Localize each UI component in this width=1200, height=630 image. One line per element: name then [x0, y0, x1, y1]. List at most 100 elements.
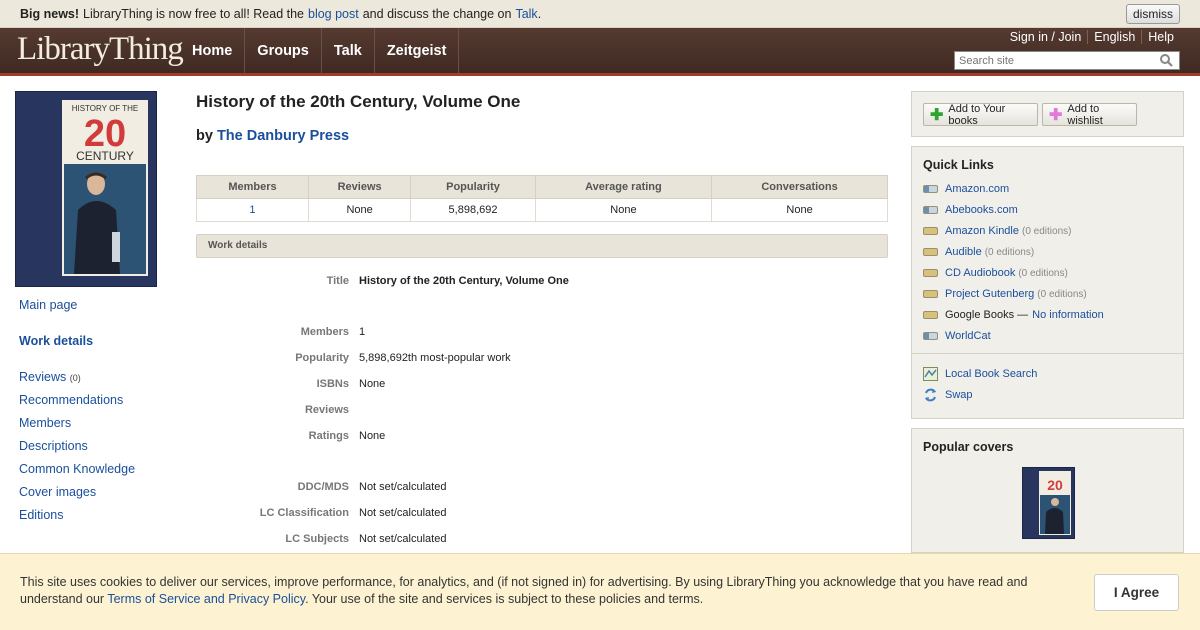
- language-link[interactable]: English: [1087, 30, 1141, 44]
- nav-cover-images[interactable]: Cover images: [19, 484, 179, 507]
- quick-link-kindle[interactable]: Amazon Kindle (0 editions): [923, 224, 1071, 238]
- stats-members-link[interactable]: 1: [249, 204, 255, 216]
- local-search-label[interactable]: Local Book Search: [945, 368, 1037, 380]
- swap-icon: [925, 388, 936, 402]
- sign-in-link[interactable]: Sign in / Join: [1004, 30, 1088, 44]
- stats-header-average-rating: Average rating: [534, 175, 713, 199]
- add-to-your-books-button[interactable]: ✚ Add to Your books: [923, 103, 1038, 127]
- search-icon[interactable]: [1160, 54, 1173, 67]
- news-text-3: .: [537, 6, 542, 21]
- nav-descriptions[interactable]: Descriptions: [19, 438, 179, 461]
- store-icon: [923, 185, 938, 193]
- main-nav: Home Groups Talk Zeitgeist: [180, 28, 460, 74]
- nav-work-details[interactable]: Work details: [19, 333, 179, 356]
- stats-reviews: None: [307, 198, 412, 222]
- nav-recommendations[interactable]: Recommendations: [19, 392, 179, 415]
- detail-value: Not set/calculated: [359, 533, 447, 545]
- librarything-logo[interactable]: LibraryThing: [17, 31, 184, 68]
- cover-thumbnail-artwork: 20: [1039, 471, 1071, 535]
- detail-label: Title: [326, 275, 349, 287]
- terms-privacy-link[interactable]: Terms of Service and Privacy Policy: [107, 592, 305, 606]
- nav-main-page[interactable]: Main page: [19, 297, 179, 320]
- top-links: Sign in / Join English Help: [1004, 30, 1180, 44]
- nav-zeitgeist[interactable]: Zeitgeist: [375, 28, 460, 74]
- blog-post-link[interactable]: blog post: [308, 7, 359, 21]
- add-wishlist-label: Add to wishlist: [1067, 102, 1103, 127]
- store-icon: [923, 206, 938, 214]
- quick-links-title: Quick Links: [923, 158, 994, 172]
- add-to-wishlist-button[interactable]: ✚ Add to wishlist: [1042, 102, 1137, 127]
- dismiss-button[interactable]: dismiss: [1125, 4, 1180, 24]
- news-text-1: LibraryThing is now free to all! Read th…: [83, 6, 304, 21]
- swap-label[interactable]: Swap: [945, 389, 973, 401]
- edition-count: (0 editions): [1022, 225, 1072, 237]
- quick-link-label[interactable]: WorldCat: [945, 330, 991, 342]
- help-link[interactable]: Help: [1141, 30, 1180, 44]
- popular-covers-title: Popular covers: [923, 440, 1014, 454]
- detail-row-title: Title History of the 20th Century, Volum…: [196, 275, 896, 289]
- quick-link-label[interactable]: Amazon.com: [945, 183, 1009, 195]
- quick-link-worldcat[interactable]: WorldCat: [923, 329, 991, 343]
- detail-row-lc-subjects: LC Subjects Not set/calculated: [196, 533, 896, 547]
- quick-link-abebooks[interactable]: Abebooks.com: [923, 203, 1018, 217]
- work-details-heading: Work details: [196, 234, 888, 258]
- agree-button[interactable]: I Agree: [1094, 574, 1179, 611]
- search-input[interactable]: [955, 54, 1145, 67]
- quick-link-label[interactable]: Abebooks.com: [945, 204, 1018, 216]
- nav-groups[interactable]: Groups: [245, 28, 322, 74]
- site-header: LibraryThing Home Groups Talk Zeitgeist …: [0, 28, 1200, 76]
- cover-line1: HISTORY OF THE: [72, 104, 139, 113]
- work-sidebar-nav: Main page Work details Reviews (0) Recom…: [19, 297, 179, 530]
- nav-editions[interactable]: Editions: [19, 507, 179, 530]
- plus-icon: ✚: [1049, 106, 1063, 124]
- swap-link[interactable]: Swap: [923, 388, 973, 402]
- nav-talk[interactable]: Talk: [322, 28, 375, 74]
- detail-value: None: [359, 378, 386, 390]
- cookie-text: This site uses cookies to deliver our se…: [20, 574, 1080, 607]
- quick-link-cd-audiobook[interactable]: CD Audiobook (0 editions): [923, 266, 1068, 280]
- quick-links-panel: Quick Links Amazon.com Abebooks.com Amaz…: [911, 146, 1184, 419]
- edition-count: (0 editions): [1018, 267, 1068, 279]
- no-information-link[interactable]: No information: [1032, 309, 1104, 321]
- cover-line3: CENTURY: [76, 149, 134, 163]
- quick-link-label[interactable]: Amazon Kindle: [945, 225, 1019, 237]
- plus-icon: ✚: [930, 106, 944, 124]
- quick-link-label[interactable]: Project Gutenberg: [945, 288, 1034, 300]
- talk-link[interactable]: Talk: [515, 7, 537, 21]
- quick-link-label[interactable]: Audible: [945, 246, 982, 258]
- stats-average-rating: None: [534, 198, 713, 222]
- detail-label: Popularity: [295, 352, 349, 364]
- author-link[interactable]: The Danbury Press: [217, 128, 349, 144]
- stats-popularity: 5,898,692: [410, 198, 536, 222]
- detail-label: DDC/MDS: [297, 481, 349, 493]
- detail-row-members: Members 1: [196, 326, 896, 340]
- book-cover-image[interactable]: HISTORY OF THE 20 CENTURY: [15, 91, 157, 287]
- local-book-search[interactable]: Local Book Search: [923, 367, 1037, 381]
- search-box: [954, 51, 1180, 70]
- detail-label: LC Classification: [259, 507, 349, 519]
- detail-row-popularity: Popularity 5,898,692th most-popular work: [196, 352, 896, 366]
- detail-label: Ratings: [308, 430, 349, 442]
- quick-link-project-gutenberg[interactable]: Project Gutenberg (0 editions): [923, 287, 1087, 301]
- nav-reviews-label: Reviews: [19, 370, 67, 384]
- popular-cover-thumbnail[interactable]: 20: [1022, 467, 1075, 539]
- nav-common-knowledge[interactable]: Common Knowledge: [19, 461, 179, 484]
- stats-members: 1: [196, 198, 309, 222]
- detail-value: 1: [359, 326, 366, 338]
- work-title: History of the 20th Century, Volume One: [196, 92, 521, 111]
- edition-count: (0 editions): [984, 246, 1035, 258]
- quick-link-audible[interactable]: Audible (0 editions): [923, 245, 1034, 259]
- detail-value: Not set/calculated: [359, 481, 447, 493]
- store-icon: [923, 248, 938, 256]
- quick-link-amazon[interactable]: Amazon.com: [923, 182, 1009, 196]
- stats-header-popularity: Popularity: [410, 175, 536, 199]
- cover-artwork: HISTORY OF THE 20 CENTURY: [16, 92, 156, 286]
- detail-row-reviews: Reviews: [196, 404, 896, 418]
- nav-members[interactable]: Members: [19, 415, 179, 438]
- nav-reviews[interactable]: Reviews (0): [19, 369, 179, 392]
- quick-link-label[interactable]: CD Audiobook: [945, 267, 1015, 279]
- news-bar: Big news! LibraryThing is now free to al…: [0, 0, 1200, 28]
- detail-row-ddc: DDC/MDS Not set/calculated: [196, 481, 896, 495]
- detail-value: History of the 20th Century, Volume One: [359, 275, 569, 287]
- nav-home[interactable]: Home: [180, 28, 246, 74]
